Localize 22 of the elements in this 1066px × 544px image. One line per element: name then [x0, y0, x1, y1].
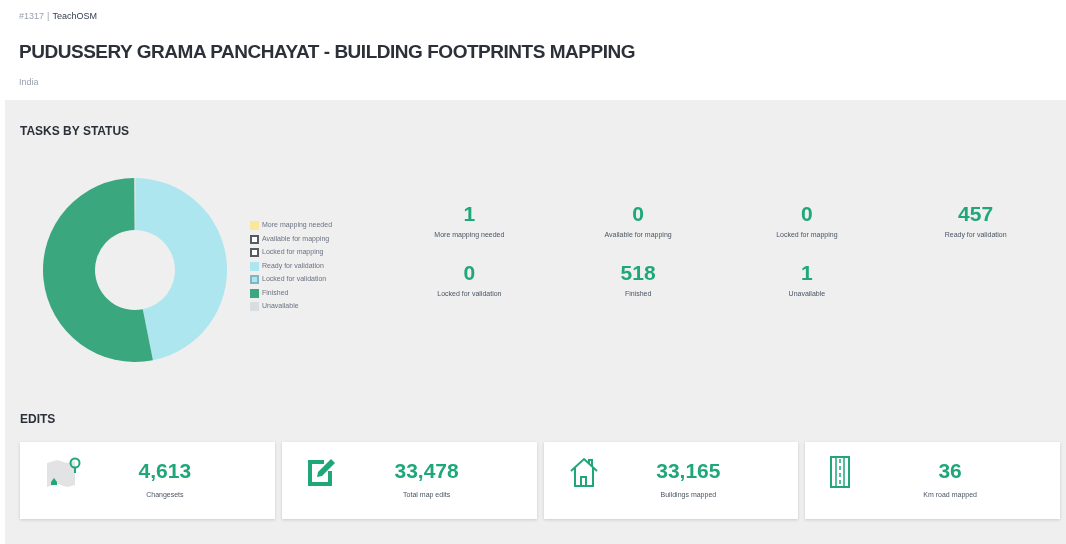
stat-value: 0 — [632, 202, 644, 224]
edit-count: 36 — [938, 460, 962, 482]
map-pin-icon — [45, 456, 81, 487]
stat-value: 1 — [801, 262, 813, 283]
edit-count: 4,613 — [138, 460, 192, 482]
stat-value: 518 — [620, 262, 656, 283]
stat-value: 457 — [958, 202, 994, 224]
country-label: India — [19, 76, 40, 89]
separator: | — [47, 10, 50, 23]
house-icon — [568, 455, 599, 488]
stat-value: 1 — [463, 202, 476, 224]
road-icon — [830, 455, 851, 488]
section-heading: EDITS — [20, 411, 57, 428]
section-heading: TASKS BY STATUS — [20, 123, 131, 140]
stat-value: 0 — [801, 202, 813, 224]
project-title: PUDUSSERY GRAMA PANCHAYAT - BUILDING FOOTPRINTS MAPPING — [19, 39, 637, 64]
edit-count: 33,165 — [656, 460, 721, 482]
stat-value: 0 — [463, 262, 476, 283]
edit-icon — [306, 457, 337, 486]
project-id: #1317 — [19, 10, 45, 23]
edit-count: 33,478 — [394, 460, 459, 482]
organisation-name[interactable]: TeachOSM — [52, 10, 97, 24]
